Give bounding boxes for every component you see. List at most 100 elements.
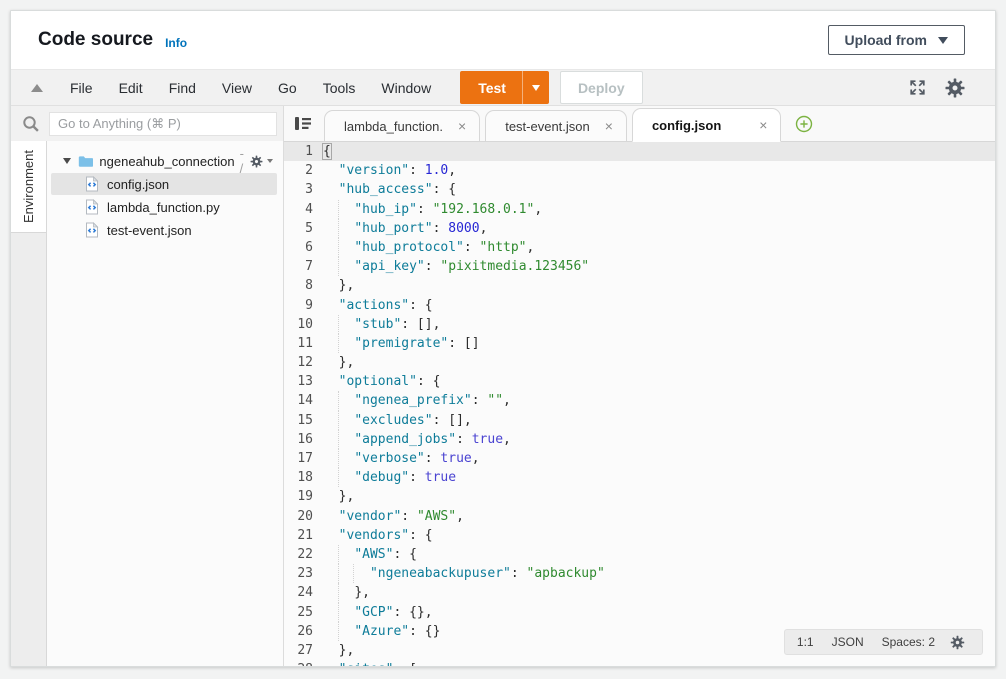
menu-file[interactable]: File: [57, 80, 106, 96]
line-number: 24: [284, 583, 323, 602]
line-number: 9: [284, 296, 323, 315]
code-line: 21 "vendors": {: [284, 526, 995, 545]
line-number: 10: [284, 315, 323, 334]
gear-icon[interactable]: [943, 76, 967, 100]
line-number: 21: [284, 526, 323, 545]
info-link[interactable]: Info: [165, 36, 187, 50]
tab-label: config.json: [652, 118, 721, 133]
file-list: config.json lambda_function.py test-even…: [47, 173, 283, 241]
tab-test-event.json[interactable]: test-event.json ×: [485, 110, 627, 141]
code-lines: 1{2 "version": 1.0,3 "hub_access": {4 "h…: [284, 142, 995, 667]
tab-lambda_function.[interactable]: lambda_function. ×: [324, 110, 480, 141]
tab-close-icon[interactable]: ×: [458, 119, 466, 133]
environment-strip: Environment: [11, 141, 47, 667]
file-name: lambda_function.py: [107, 200, 220, 215]
tab-label: test-event.json: [505, 119, 590, 134]
menu-find[interactable]: Find: [156, 80, 209, 96]
line-number: 5: [284, 219, 323, 238]
cursor-position[interactable]: 1:1: [797, 635, 814, 649]
line-number: 17: [284, 449, 323, 468]
upload-from-button[interactable]: Upload from: [828, 25, 965, 55]
tree-gear-slot: [249, 154, 264, 169]
page-title: Code source: [38, 29, 153, 51]
code-file-icon: [85, 222, 99, 238]
menu-edit[interactable]: Edit: [106, 80, 156, 96]
code-file-icon: [85, 176, 99, 192]
file-row-lambda_function.py[interactable]: lambda_function.py: [51, 196, 277, 218]
code-line: 22 "AWS": {: [284, 545, 995, 564]
code-line: 6 "hub_protocol": "http",: [284, 238, 995, 257]
line-number: 16: [284, 430, 323, 449]
menu-tools[interactable]: Tools: [310, 80, 369, 96]
folder-row[interactable]: ngeneahub_connection - /: [47, 150, 283, 172]
code-line: 19 },: [284, 487, 995, 506]
line-number: 15: [284, 411, 323, 430]
fullscreen-icon[interactable]: [908, 78, 927, 97]
file-tree: ngeneahub_connection - /: [47, 141, 283, 667]
code-line: 23 "ngeneabackupuser": "apbackup": [284, 564, 995, 583]
line-number: 25: [284, 603, 323, 622]
code-line: 8 },: [284, 276, 995, 295]
environment-tab[interactable]: Environment: [11, 141, 46, 233]
gear-icon[interactable]: [249, 154, 264, 169]
code-line: 20 "vendor": "AWS",: [284, 507, 995, 526]
tab-close-icon[interactable]: ×: [605, 119, 613, 133]
tab-list-menu-icon[interactable]: [294, 116, 312, 131]
line-number: 11: [284, 334, 323, 353]
tab-config.json[interactable]: config.json ×: [632, 108, 782, 142]
line-number: 14: [284, 391, 323, 410]
folder-path-suffix: - /: [240, 146, 249, 176]
menu-items: FileEditFindViewGoToolsWindow: [57, 80, 444, 96]
indent-setting[interactable]: Spaces: 2: [882, 635, 935, 649]
code-line: 28 "sites": [: [284, 660, 995, 667]
collapse-menubar-icon[interactable]: [31, 84, 43, 92]
code-line: 24 },: [284, 583, 995, 602]
status-gear-slot[interactable]: [953, 634, 970, 651]
folder-icon: [78, 154, 93, 169]
tab-label: lambda_function.: [344, 119, 443, 134]
file-row-config.json[interactable]: config.json: [51, 173, 277, 195]
code-line: 7 "api_key": "pixitmedia.123456": [284, 257, 995, 276]
file-name: test-event.json: [107, 223, 192, 238]
line-number: 13: [284, 372, 323, 391]
new-tab-button[interactable]: [795, 115, 813, 133]
line-number: 27: [284, 641, 323, 660]
folder-disclosure-icon[interactable]: [63, 158, 71, 164]
line-number: 3: [284, 180, 323, 199]
search-row: [11, 106, 283, 141]
tab-close-icon[interactable]: ×: [759, 118, 767, 132]
go-to-anything-input[interactable]: [49, 112, 277, 136]
settings-gear-slot[interactable]: [943, 76, 967, 100]
chevron-down-icon: [532, 85, 540, 91]
menu-view[interactable]: View: [209, 80, 265, 96]
gear-icon[interactable]: [949, 634, 966, 651]
line-number: 22: [284, 545, 323, 564]
tree-settings-button[interactable]: [249, 154, 273, 169]
line-number: 28: [284, 660, 323, 667]
chevron-down-icon: [938, 37, 948, 44]
line-number: 4: [284, 200, 323, 219]
header: Code source Info Upload from: [11, 11, 995, 69]
language-mode[interactable]: JSON: [832, 635, 864, 649]
code-source-panel: Code source Info Upload from FileEditFin…: [10, 10, 996, 667]
menubar-right-icons: [908, 76, 967, 100]
menu-window[interactable]: Window: [368, 80, 444, 96]
file-row-test-event.json[interactable]: test-event.json: [51, 219, 277, 241]
code-line: 1{: [284, 142, 995, 161]
main-content: Environment ngeneahub_connection - /: [11, 106, 995, 667]
code-line: 17 "verbose": true,: [284, 449, 995, 468]
file-name: config.json: [107, 177, 169, 192]
code-area[interactable]: 1{2 "version": 1.0,3 "hub_access": {4 "h…: [284, 142, 995, 667]
line-number: 7: [284, 257, 323, 276]
code-line: 2 "version": 1.0,: [284, 161, 995, 180]
code-line: 25 "GCP": {},: [284, 603, 995, 622]
test-button[interactable]: Test: [460, 71, 549, 104]
deploy-button[interactable]: Deploy: [560, 71, 643, 104]
line-number: 20: [284, 507, 323, 526]
menu-go[interactable]: Go: [265, 80, 310, 96]
test-dropdown-button[interactable]: [523, 85, 549, 91]
plus-circle-icon: [795, 115, 813, 133]
line-number: 18: [284, 468, 323, 487]
code-line: 13 "optional": {: [284, 372, 995, 391]
code-line: 10 "stub": [],: [284, 315, 995, 334]
